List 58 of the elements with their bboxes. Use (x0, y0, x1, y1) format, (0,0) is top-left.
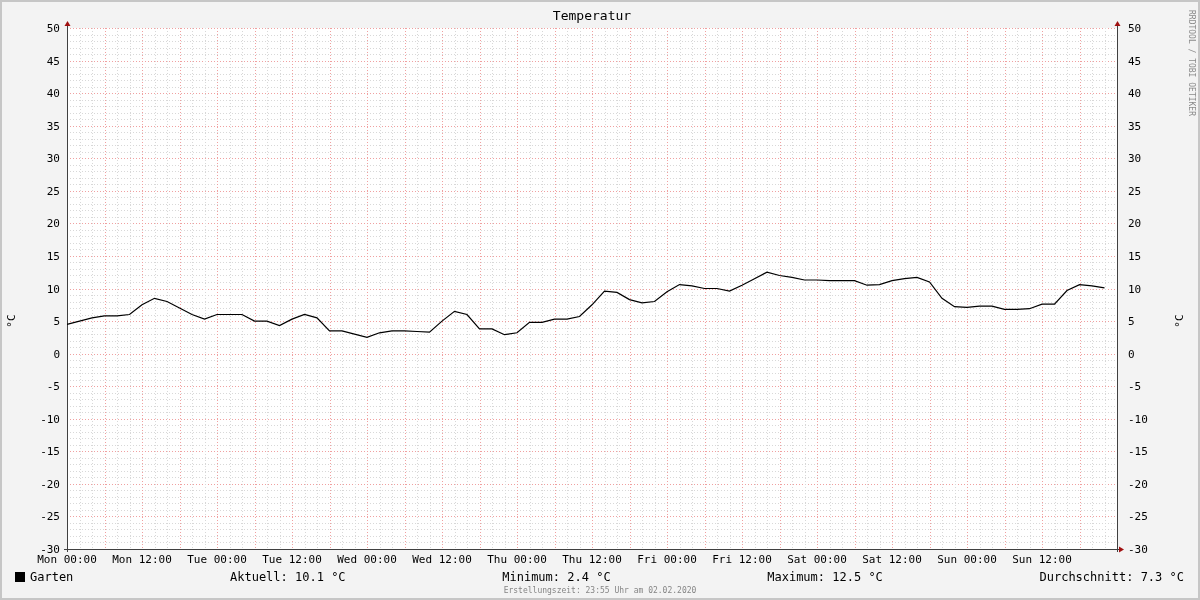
axis-tick-label: -20 (40, 477, 60, 491)
axis-tick-label: Tue 12:00 (262, 553, 322, 566)
axis-tick-label: 30 (1128, 152, 1142, 166)
axis-tick-label: Wed 00:00 (337, 553, 397, 566)
axis-tick-label: -20 (1128, 477, 1148, 491)
legend-label: Garten (30, 569, 74, 584)
creation-time-text: Erstellungszeit: 23:55 Uhr am 02.02.2020 (503, 586, 697, 595)
axis-tick-label: -25 (40, 510, 60, 524)
axis-tick-label: Sun 12:00 (1012, 553, 1072, 566)
axis-tick-label: Sat 12:00 (862, 553, 922, 566)
axis-tick-label: Mon 12:00 (112, 553, 172, 566)
axis-tick-label: Fri 12:00 (712, 553, 772, 566)
axis-tick-label: 50 (46, 22, 60, 35)
axis-tick-label: Fri 00:00 (637, 553, 697, 566)
axis-tick-label: 15 (1128, 249, 1142, 263)
axis-tick-label: 5 (53, 315, 60, 329)
legend-stat: Minimum: 2.4 °C (502, 569, 611, 584)
legend-stat: Maximum: 12.5 °C (767, 569, 883, 584)
axis-tick-label: -10 (1128, 412, 1148, 426)
axis-tick-label: Mon 00:00 (37, 553, 97, 566)
axis-tick-label: -5 (1128, 380, 1142, 394)
axis-tick-label: 40 (1128, 87, 1142, 101)
axis-tick-label: Wed 12:00 (412, 553, 472, 566)
credit-text: RRDTOOL / TOBI OETIKER (1187, 10, 1196, 116)
axis-title: °C (1173, 314, 1186, 328)
axis-tick-label: Sat 00:00 (787, 553, 847, 566)
axis-tick-label: Thu 12:00 (562, 553, 622, 566)
axis-tick-label: -30 (1128, 543, 1148, 556)
axis-title: °C (5, 314, 18, 328)
axis-tick-label: 25 (46, 184, 60, 198)
axis-tick-label: Thu 00:00 (487, 553, 547, 566)
legend-stat: Aktuell: 10.1 °C (230, 569, 346, 584)
axis-tick-label: 0 (53, 347, 60, 361)
axis-tick-label: -30 (40, 543, 60, 556)
axis-tick-label: 35 (1128, 119, 1142, 133)
axis-tick-label: 5 (1128, 315, 1135, 329)
axis-tick-label: Sun 00:00 (937, 553, 997, 566)
axis-tick-label: -10 (40, 412, 60, 426)
axis-tick-label: -15 (1128, 445, 1148, 459)
axis-tick-label: 0 (1128, 347, 1135, 361)
chart-title: Temperatur (552, 8, 632, 23)
axis-tick-label: 40 (46, 87, 60, 101)
axis-tick-label: 10 (1128, 282, 1142, 296)
legend-stat: Durchschnitt: 7.3 °C (1039, 569, 1184, 584)
axis-tick-label: 45 (46, 54, 60, 68)
axis-tick-label: 45 (1128, 54, 1142, 68)
axis-tick-label: Tue 00:00 (187, 553, 247, 566)
axis-tick-label: 15 (46, 249, 60, 263)
axis-tick-label: 30 (46, 152, 60, 166)
axis-tick-label: 10 (46, 282, 60, 296)
axis-tick-label: -15 (40, 445, 60, 459)
axis-tick-label: -5 (46, 380, 60, 394)
axis-tick-label: 20 (46, 217, 60, 231)
axis-tick-label: 35 (46, 119, 60, 133)
axis-tick-label: 25 (1128, 184, 1142, 198)
axis-tick-label: 50 (1128, 22, 1142, 35)
axis-tick-label: -25 (1128, 510, 1148, 524)
axis-tick-label: 20 (1128, 217, 1142, 231)
